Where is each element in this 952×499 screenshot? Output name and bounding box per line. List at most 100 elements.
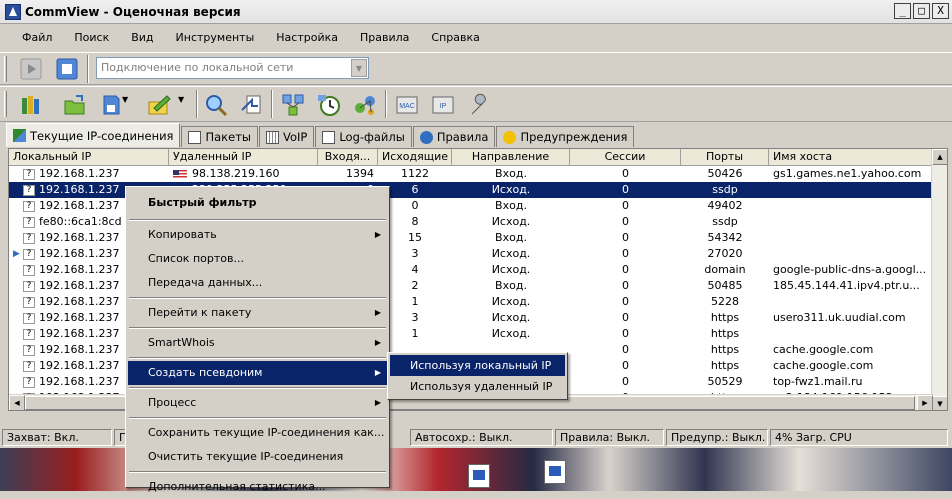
status-cpu: 4% Загр. CPU bbox=[770, 429, 948, 446]
menu-help[interactable]: Справка bbox=[431, 31, 479, 44]
submenu-item[interactable]: Используя локальный IP bbox=[390, 355, 565, 376]
context-menu-item[interactable]: Процесс ▶ bbox=[128, 391, 387, 415]
maximize-button[interactable]: □ bbox=[913, 3, 930, 19]
unknown-host-icon: ? bbox=[23, 344, 35, 356]
menu-file[interactable]: Файл bbox=[22, 31, 52, 44]
word-doc-icon-2[interactable] bbox=[544, 460, 566, 484]
tab-current-connections[interactable]: Текущие IP-соединения bbox=[6, 123, 181, 147]
cell-incoming-text: 1394 bbox=[346, 167, 374, 180]
vertical-scrollbar[interactable]: ▲ ▼ bbox=[931, 149, 947, 410]
tab-alerts[interactable]: Предупреждения bbox=[496, 126, 635, 147]
network-stats-button[interactable] bbox=[280, 92, 306, 118]
alias-button[interactable] bbox=[352, 92, 378, 118]
context-menu-item[interactable]: Создать псевдоним ▶ bbox=[128, 361, 387, 385]
context-menu-item[interactable]: SmartWhois ▶ bbox=[128, 331, 387, 355]
connection-select[interactable]: Подключение по локальной сети ▼ bbox=[96, 57, 369, 79]
col-ports[interactable]: Порты bbox=[681, 149, 769, 166]
connections-icon bbox=[13, 129, 26, 142]
tab-packets[interactable]: Пакеты bbox=[181, 126, 258, 147]
scroll-left-icon[interactable]: ◀ bbox=[9, 395, 25, 410]
word-doc-icon[interactable] bbox=[468, 464, 490, 488]
filter-dropdown-arrow-icon[interactable]: ▼ bbox=[178, 95, 188, 121]
search-button[interactable] bbox=[203, 92, 229, 118]
menu-search[interactable]: Поиск bbox=[74, 31, 109, 44]
cell-sessions-text: 0 bbox=[622, 327, 629, 340]
cell-ports-text: 50529 bbox=[707, 375, 743, 388]
cell-sessions: 0 bbox=[570, 166, 681, 182]
scheduler-button[interactable] bbox=[316, 92, 342, 118]
scroll-down-icon[interactable]: ▼ bbox=[932, 396, 947, 410]
cell-outgoing-text: 0 bbox=[411, 199, 419, 212]
new-window-button[interactable] bbox=[18, 92, 44, 118]
context-menu-item-label: Сохранить текущие IP-соединения как... bbox=[148, 426, 385, 439]
tab-voip[interactable]: VoIP bbox=[258, 126, 315, 147]
cell-incoming: 1394 bbox=[318, 166, 378, 182]
scroll-right-icon[interactable]: ▶ bbox=[917, 395, 933, 410]
menu-rules[interactable]: Правила bbox=[360, 31, 409, 44]
cell-ports: https bbox=[681, 342, 769, 358]
cell-ports-text: 49402 bbox=[707, 199, 743, 212]
mac-aliases-button[interactable]: MAC bbox=[394, 92, 420, 118]
dropdown-arrow-icon[interactable]: ▼ bbox=[351, 59, 367, 77]
scroll-up-icon[interactable]: ▲ bbox=[932, 149, 947, 165]
cell-remote-ip: 98.138.219.160 bbox=[169, 166, 318, 182]
toolbar-separator bbox=[271, 90, 273, 118]
context-menu-item[interactable]: Передача данных... bbox=[128, 271, 387, 295]
unknown-host-icon: ? bbox=[23, 232, 35, 244]
context-menu-item[interactable]: Дополнительная статистика... bbox=[128, 475, 387, 499]
submenu-item[interactable]: Используя удаленный IP bbox=[390, 376, 565, 397]
cell-ports: https bbox=[681, 326, 769, 342]
context-menu-item[interactable]: Сохранить текущие IP-соединения как... bbox=[128, 421, 387, 445]
col-direction[interactable]: Направление bbox=[452, 149, 570, 166]
tab-strip: Текущие IP-соединения Пакеты VoIP Log-фа… bbox=[0, 123, 952, 147]
start-capture-button[interactable] bbox=[18, 56, 44, 82]
save-button[interactable] bbox=[98, 92, 124, 118]
cell-sessions-text: 0 bbox=[622, 311, 629, 324]
tab-rules[interactable]: Правила bbox=[412, 126, 496, 147]
tab-log-files[interactable]: Log-файлы bbox=[315, 126, 412, 147]
cell-hostname: usero311.uk.uudial.com bbox=[769, 310, 933, 326]
unknown-host-icon: ? bbox=[23, 216, 35, 228]
context-menu-item[interactable]: Список портов... bbox=[128, 247, 387, 271]
settings-button[interactable] bbox=[466, 92, 492, 118]
minimize-button[interactable]: _ bbox=[894, 3, 911, 19]
cell-direction-text: Исход. bbox=[491, 263, 531, 276]
cell-ports: 49402 bbox=[681, 198, 769, 214]
close-button[interactable]: X bbox=[932, 3, 949, 19]
save-dropdown-arrow-icon[interactable]: ▼ bbox=[122, 95, 132, 121]
cell-sessions-text: 0 bbox=[622, 215, 629, 228]
cell-ports: https bbox=[681, 358, 769, 374]
context-menu-item[interactable]: Копировать ▶ bbox=[128, 223, 387, 247]
col-outgoing[interactable]: Исходящие bbox=[378, 149, 452, 166]
col-remote-ip[interactable]: Удаленный IP bbox=[169, 149, 318, 166]
col-hostname[interactable]: Имя хоста bbox=[769, 149, 933, 166]
context-menu-item[interactable]: Быстрый фильтр bbox=[128, 189, 387, 217]
open-button[interactable] bbox=[62, 92, 88, 118]
cell-local-ip-text: 192.168.1.237 bbox=[39, 279, 120, 292]
col-sessions[interactable]: Сессии bbox=[570, 149, 681, 166]
context-menu-item[interactable]: Очистить текущие IP-соединения bbox=[128, 445, 387, 469]
cell-outgoing-text: 8 bbox=[411, 215, 419, 228]
ip-aliases-button[interactable]: IP bbox=[430, 92, 456, 118]
menu-view[interactable]: Вид bbox=[131, 31, 153, 44]
country-flag-icon bbox=[173, 169, 187, 179]
mac-chip-label: MAC bbox=[399, 103, 415, 110]
menu-settings[interactable]: Настройка bbox=[276, 31, 338, 44]
cell-hostname: google-public-dns-a.googl... bbox=[769, 262, 933, 278]
col-incoming[interactable]: Входя... bbox=[318, 149, 378, 166]
packets-icon bbox=[188, 130, 202, 144]
books-icon bbox=[22, 96, 39, 114]
menu-tools[interactable]: Инструменты bbox=[176, 31, 255, 44]
tab-label: Log-файлы bbox=[339, 130, 405, 144]
filter-button[interactable] bbox=[146, 92, 172, 118]
pointer-button[interactable] bbox=[238, 92, 264, 118]
context-menu-item[interactable]: Перейти к пакету ▶ bbox=[128, 301, 387, 325]
context-menu-item-label: Очистить текущие IP-соединения bbox=[148, 450, 344, 463]
col-local-ip[interactable]: Локальный IP bbox=[9, 149, 169, 166]
unknown-host-icon: ? bbox=[23, 328, 35, 340]
table-row[interactable]: ? 192.168.1.237 98.138.219.160 1394 1122 Вход… bbox=[9, 166, 933, 182]
stop-capture-button[interactable] bbox=[54, 56, 80, 82]
cell-ports: https bbox=[681, 310, 769, 326]
clock-icon bbox=[318, 95, 340, 116]
cell-outgoing-text: 2 bbox=[411, 279, 419, 292]
